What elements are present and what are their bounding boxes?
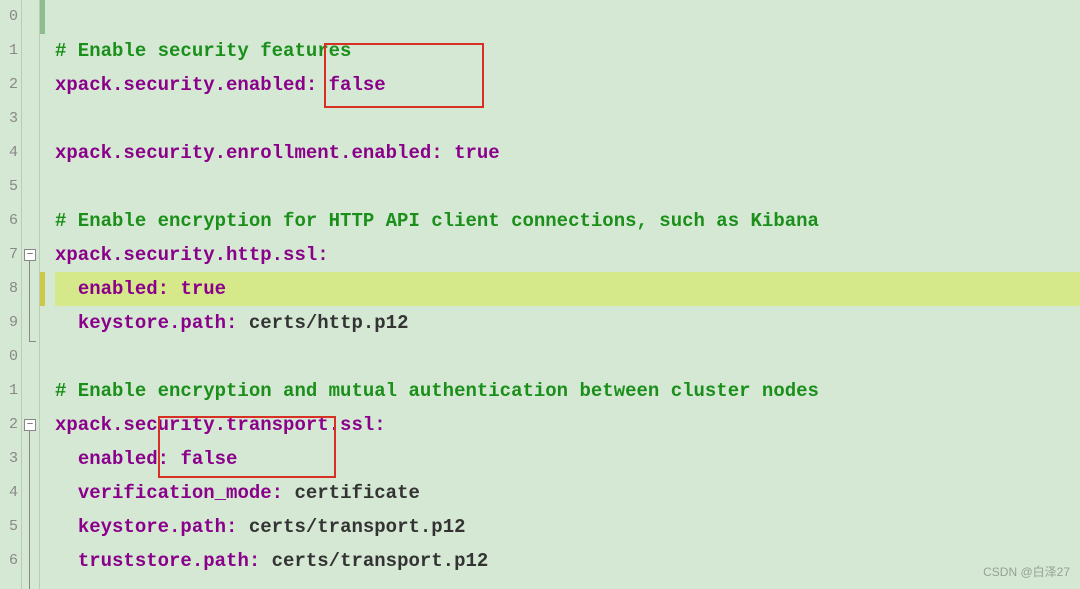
fold-guide bbox=[29, 261, 30, 341]
fold-guide bbox=[29, 431, 30, 589]
yaml-key: verification_mode bbox=[78, 482, 272, 504]
code-line-blank bbox=[55, 170, 1080, 204]
yaml-value: certs/http.p12 bbox=[249, 312, 409, 334]
yaml-key: enabled bbox=[78, 278, 158, 300]
line-number: 0 bbox=[0, 340, 21, 374]
code-line: enabled: false bbox=[55, 442, 1080, 476]
line-number: 3 bbox=[0, 102, 21, 136]
yaml-value: certs/transport.p12 bbox=[272, 550, 489, 572]
fold-guide-end bbox=[29, 341, 36, 342]
code-line-blank bbox=[55, 102, 1080, 136]
code-line: keystore.path: certs/http.p12 bbox=[55, 306, 1080, 340]
code-line-highlighted: enabled: true bbox=[55, 272, 1080, 306]
line-number: 4 bbox=[0, 136, 21, 170]
line-number: 4 bbox=[0, 476, 21, 510]
yaml-key: xpack.security.http.ssl bbox=[55, 244, 317, 266]
yaml-value: false bbox=[180, 448, 237, 470]
yaml-value: certificate bbox=[294, 482, 419, 504]
line-number: 2 bbox=[0, 408, 21, 442]
line-number: 7 bbox=[0, 238, 21, 272]
code-line bbox=[55, 0, 1080, 34]
fold-column: − − bbox=[22, 0, 40, 589]
code-line: verification_mode: certificate bbox=[55, 476, 1080, 510]
yaml-value: true bbox=[454, 142, 500, 164]
code-line: xpack.security.enabled: false bbox=[55, 68, 1080, 102]
code-line: xpack.security.http.ssl: bbox=[55, 238, 1080, 272]
line-number: 1 bbox=[0, 34, 21, 68]
watermark: CSDN @白泽27 bbox=[983, 562, 1070, 583]
yaml-comment: # Enable encryption for HTTP API client … bbox=[55, 210, 819, 232]
yaml-key: keystore.path bbox=[78, 312, 226, 334]
line-number: 2 bbox=[0, 68, 21, 102]
code-line: xpack.security.enrollment.enabled: true bbox=[55, 136, 1080, 170]
code-line: keystore.path: certs/transport.p12 bbox=[55, 510, 1080, 544]
line-number: 9 bbox=[0, 306, 21, 340]
code-line: truststore.path: certs/transport.p12 bbox=[55, 544, 1080, 578]
yaml-key: xpack.security.enabled bbox=[55, 74, 306, 96]
yaml-value: false bbox=[329, 74, 386, 96]
yaml-comment: # Enable encryption and mutual authentic… bbox=[55, 380, 819, 402]
line-number: 5 bbox=[0, 170, 21, 204]
line-number: 0 bbox=[0, 0, 21, 34]
line-number: 1 bbox=[0, 374, 21, 408]
line-number: 6 bbox=[0, 204, 21, 238]
line-number-gutter: 0 1 2 3 4 5 6 7 8 9 0 1 2 3 4 5 6 bbox=[0, 0, 22, 589]
code-line-comment: # Enable encryption for HTTP API client … bbox=[55, 204, 1080, 238]
yaml-value: true bbox=[180, 278, 226, 300]
fold-toggle-icon[interactable]: − bbox=[24, 419, 36, 431]
yaml-key: truststore.path bbox=[78, 550, 249, 572]
yaml-value: certs/transport.p12 bbox=[249, 516, 466, 538]
code-line-blank bbox=[55, 340, 1080, 374]
code-line: xpack.security.transport.ssl: bbox=[55, 408, 1080, 442]
code-area[interactable]: # Enable security features xpack.securit… bbox=[45, 0, 1080, 589]
yaml-key: xpack.security.enrollment.enabled bbox=[55, 142, 431, 164]
code-editor: 0 1 2 3 4 5 6 7 8 9 0 1 2 3 4 5 6 − − # … bbox=[0, 0, 1080, 589]
code-line-comment: # Enable security features bbox=[55, 34, 1080, 68]
yaml-key: enabled bbox=[78, 448, 158, 470]
yaml-key: keystore.path bbox=[78, 516, 226, 538]
line-number: 5 bbox=[0, 510, 21, 544]
yaml-key: xpack.security.transport.ssl bbox=[55, 414, 374, 436]
line-number: 3 bbox=[0, 442, 21, 476]
line-number: 6 bbox=[0, 544, 21, 578]
code-line-comment: # Enable encryption and mutual authentic… bbox=[55, 374, 1080, 408]
fold-toggle-icon[interactable]: − bbox=[24, 249, 36, 261]
yaml-comment: # Enable security features bbox=[55, 40, 351, 62]
line-number: 8 bbox=[0, 272, 21, 306]
